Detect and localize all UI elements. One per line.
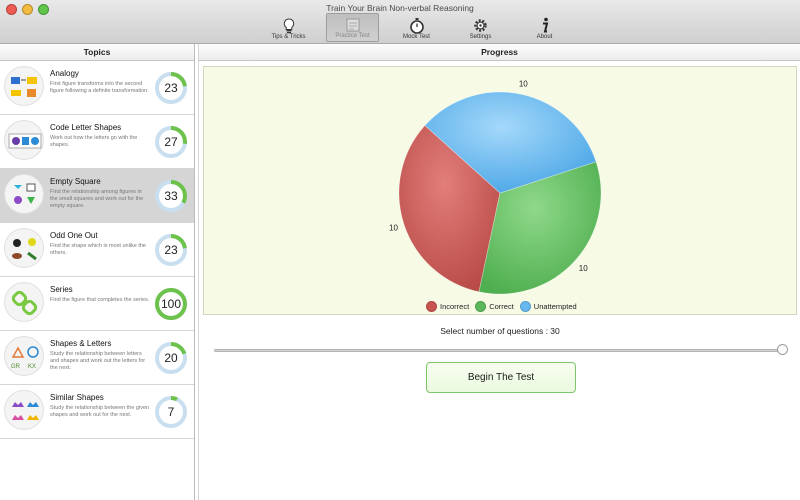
odd-one-out-icon xyxy=(4,228,44,268)
svg-text:KX: KX xyxy=(28,364,36,370)
question-count-slider-thumb[interactable] xyxy=(777,344,788,355)
shapes-letters-icon: GR KX xyxy=(4,336,44,376)
topic-title: Similar Shapes xyxy=(50,393,104,402)
legend-swatch-incorrect xyxy=(426,301,437,312)
toolbar-tips-tricks[interactable]: Tips & Tricks xyxy=(262,13,315,42)
pie-chart: 10 10 10 xyxy=(389,79,602,295)
topic-title: Empty Square xyxy=(50,177,101,186)
topic-description: Find the relationship among figures in t… xyxy=(50,189,144,209)
score-value: 23 xyxy=(164,81,178,95)
score-ring: 33 xyxy=(154,179,188,213)
topic-odd-one-out[interactable]: Odd One Out Find the shape which is most… xyxy=(0,223,194,277)
topic-description: First figure transforms into the second … xyxy=(50,81,149,94)
gear-icon xyxy=(472,17,490,34)
toolbar-about[interactable]: About xyxy=(518,13,571,42)
score-ring: 100 xyxy=(154,287,188,321)
score-value: 33 xyxy=(164,189,178,203)
pie-label-unattempted: 10 xyxy=(519,79,528,88)
toolbar-mock-test[interactable]: Mock Test xyxy=(390,13,443,42)
progress-header: Progress xyxy=(199,44,800,61)
chart-legend: Incorrect Correct Unattempted xyxy=(426,301,577,312)
begin-test-button[interactable]: Begin The Test xyxy=(426,362,576,393)
topic-series[interactable]: Series Find the figure that completes th… xyxy=(0,277,194,331)
legend-incorrect: Incorrect xyxy=(426,301,469,312)
window-title: Train Your Brain Non-verbal Reasoning xyxy=(326,3,474,13)
progress-panel: Progress 10 10 10 Incorrect Correct Unat… xyxy=(198,44,800,500)
pie-label-incorrect: 10 xyxy=(389,224,398,233)
score-value: 100 xyxy=(160,297,182,311)
topic-title: Code Letter Shapes xyxy=(50,123,122,132)
score-ring: 27 xyxy=(154,125,188,159)
score-value: 23 xyxy=(164,243,178,257)
analogy-icon xyxy=(4,66,44,106)
topic-shapes-letters[interactable]: GR KX Shapes & Letters Study the relation… xyxy=(0,331,194,385)
code-letter-shapes-icon xyxy=(4,120,44,160)
info-icon xyxy=(536,17,554,34)
topic-description: Study the relationship between the given… xyxy=(50,405,150,418)
pie-label-correct: 10 xyxy=(579,264,588,273)
topic-description: Study the relationship between letters a… xyxy=(50,351,146,371)
toolbar-settings[interactable]: Settings xyxy=(454,13,507,42)
lightbulb-icon xyxy=(280,17,298,34)
toolbar-practice-test[interactable]: Practice Test xyxy=(326,13,379,42)
practice-test-icon xyxy=(344,16,362,33)
legend-swatch-unattempted xyxy=(519,301,531,312)
score-value: 20 xyxy=(164,351,178,365)
score-value: 7 xyxy=(167,405,175,419)
main-toolbar: Tips & Tricks Practice Test Mock Test Se… xyxy=(262,13,582,42)
svg-text:GR: GR xyxy=(11,364,21,370)
topic-similar-shapes[interactable]: Similar Shapes Study the relationship be… xyxy=(0,385,194,439)
progress-chart: 10 10 10 Incorrect Correct Unattempted xyxy=(203,66,797,315)
window-toolbar: Train Your Brain Non-verbal Reasoning Ti… xyxy=(0,0,800,44)
topic-title: Odd One Out xyxy=(50,231,98,240)
score-ring: 23 xyxy=(154,233,188,267)
stopwatch-icon xyxy=(408,17,426,34)
score-ring: 7 xyxy=(154,395,188,429)
topic-empty-square[interactable]: Empty Square Find the relationship among… xyxy=(0,169,194,223)
legend-correct: Correct xyxy=(475,301,514,312)
score-ring: 20 xyxy=(154,341,188,375)
similar-shapes-icon xyxy=(4,390,44,430)
topics-panel: Topics Analogy First figure transforms i… xyxy=(0,44,195,500)
score-value: 27 xyxy=(164,135,178,149)
topic-description: Work out how the letters go with the sha… xyxy=(50,135,138,148)
empty-square-icon xyxy=(4,174,44,214)
topic-analogy[interactable]: Analogy First figure transforms into the… xyxy=(0,61,194,115)
legend-unattempted: Unattempted xyxy=(519,301,577,312)
topic-title: Series xyxy=(50,285,73,294)
topic-description: Find the figure that completes the serie… xyxy=(50,297,150,303)
topic-description: Find the shape which is most unlike the … xyxy=(50,243,146,256)
score-ring: 23 xyxy=(154,71,188,105)
topic-title: Analogy xyxy=(50,69,79,78)
series-icon xyxy=(4,282,44,322)
topic-code-letter-shapes[interactable]: Code Letter Shapes Work out how the lett… xyxy=(0,115,194,169)
question-count-label: Select number of questions : 30 xyxy=(440,326,560,336)
legend-swatch-correct xyxy=(475,301,487,312)
topic-title: Shapes & Letters xyxy=(50,339,112,348)
topics-header: Topics xyxy=(0,44,194,61)
question-count-slider[interactable] xyxy=(214,349,782,352)
